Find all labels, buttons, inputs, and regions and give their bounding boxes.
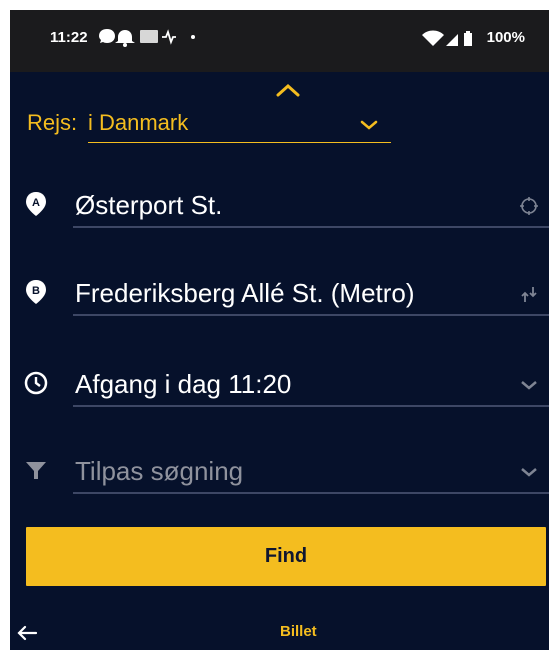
filter-icon: [26, 462, 46, 479]
travel-type-select[interactable]: Rejs: i Danmark: [27, 106, 391, 143]
chevron-down-icon: [521, 468, 537, 477]
time-field-value: Afgang i dag 11:20: [75, 369, 292, 399]
signal-icon: [446, 34, 458, 46]
filter-field[interactable]: Tilpas søgning: [10, 446, 549, 494]
to-field[interactable]: B Frederiksberg Allé St. (Metro): [10, 268, 549, 316]
back-arrow-icon[interactable]: [16, 624, 38, 642]
swap-icon[interactable]: [519, 284, 539, 304]
battery-icon: [464, 31, 472, 46]
travel-type-label: Rejs:: [27, 110, 78, 135]
status-time: 11:22: [50, 29, 88, 46]
notification-icon: [115, 30, 135, 47]
svg-text:B: B: [32, 285, 40, 297]
clock-icon: [24, 371, 48, 395]
to-field-value: Frederiksberg Allé St. (Metro): [75, 278, 415, 308]
filter-divider: [73, 492, 549, 494]
to-divider: [73, 314, 549, 316]
wifi-icon: [422, 30, 444, 46]
status-left-icons: [99, 29, 195, 47]
time-field[interactable]: Afgang i dag 11:20: [10, 359, 549, 407]
travel-type-value: i Danmark: [88, 110, 189, 135]
svg-text:A: A: [32, 197, 40, 209]
from-field[interactable]: A Østerport St.: [10, 180, 549, 228]
messenger-icon: [99, 29, 115, 43]
from-field-value: Østerport St.: [75, 190, 223, 220]
from-divider: [73, 226, 549, 228]
location-a-icon: A: [26, 192, 46, 216]
location-b-icon: B: [26, 280, 46, 304]
phone-screen: 11:22 100% Rejs: i Danmark A Østerport S…: [10, 10, 549, 650]
cast-icon: [140, 30, 158, 43]
status-bar: 11:22 100%: [10, 10, 549, 72]
collapse-chevron-icon[interactable]: [276, 82, 300, 98]
filter-field-value: Tilpas søgning: [75, 456, 244, 486]
dot-icon: [191, 35, 195, 39]
ticket-tab[interactable]: Billet: [280, 623, 317, 640]
current-location-icon[interactable]: [519, 196, 539, 216]
pulse-icon: [162, 29, 176, 45]
find-button[interactable]: Find: [26, 527, 546, 586]
chevron-down-icon: [360, 120, 378, 130]
chevron-down-icon: [521, 381, 537, 390]
battery-text: 100%: [486, 29, 525, 46]
time-divider: [73, 405, 549, 407]
